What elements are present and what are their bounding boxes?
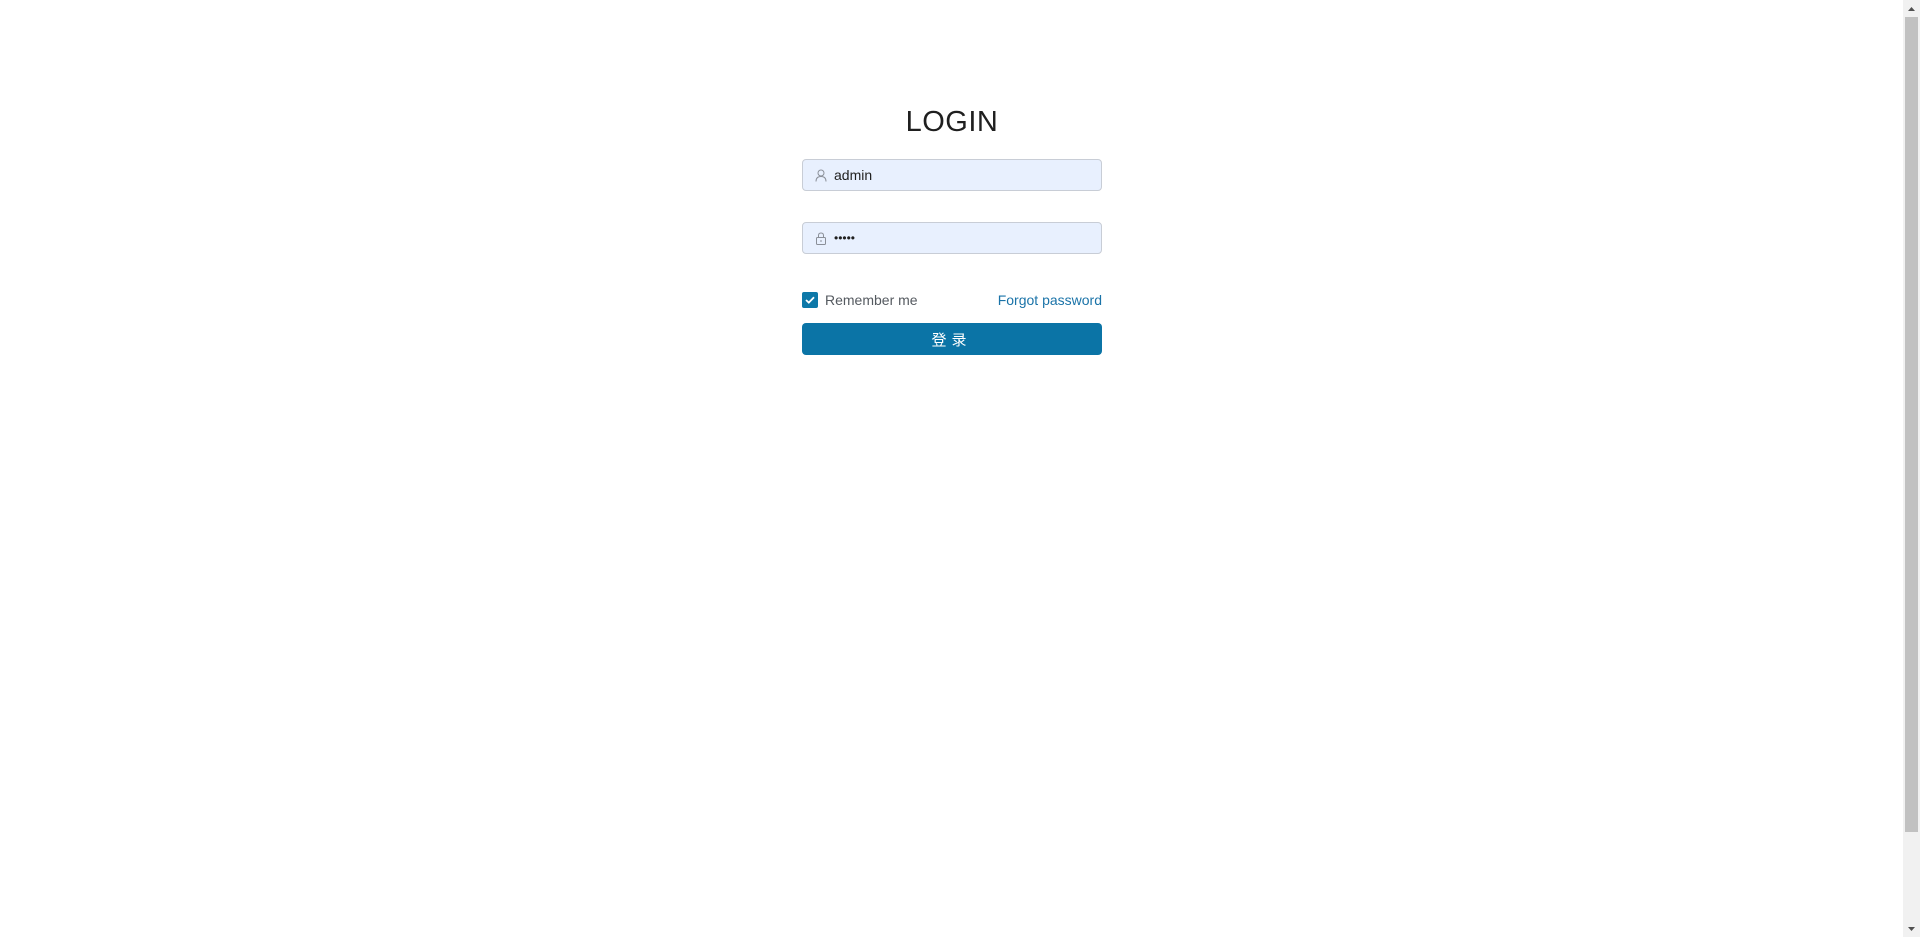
password-field[interactable]: ••••• — [802, 222, 1102, 254]
password-input[interactable]: ••••• — [834, 231, 855, 245]
page-title: LOGIN — [905, 106, 999, 138]
scrollbar-thumb[interactable] — [1905, 17, 1918, 832]
user-icon — [814, 168, 828, 182]
check-icon — [805, 296, 815, 304]
username-input[interactable] — [834, 160, 1101, 190]
remember-me[interactable]: Remember me — [802, 292, 918, 308]
vertical-scrollbar[interactable] — [1903, 0, 1920, 937]
options-row: Remember me Forgot password — [802, 291, 1102, 309]
lock-icon — [814, 231, 828, 245]
login-form: LOGIN ••••• — [802, 100, 1102, 355]
scroll-down-arrow-icon[interactable] — [1903, 920, 1920, 937]
forgot-password-link[interactable]: Forgot password — [998, 292, 1102, 308]
remember-me-label: Remember me — [825, 292, 918, 308]
login-button[interactable]: 登录 — [802, 323, 1102, 355]
login-page: LOGIN ••••• — [0, 0, 1920, 937]
remember-me-checkbox[interactable] — [802, 292, 818, 308]
username-field[interactable] — [802, 159, 1102, 191]
scroll-up-arrow-icon[interactable] — [1903, 0, 1920, 17]
